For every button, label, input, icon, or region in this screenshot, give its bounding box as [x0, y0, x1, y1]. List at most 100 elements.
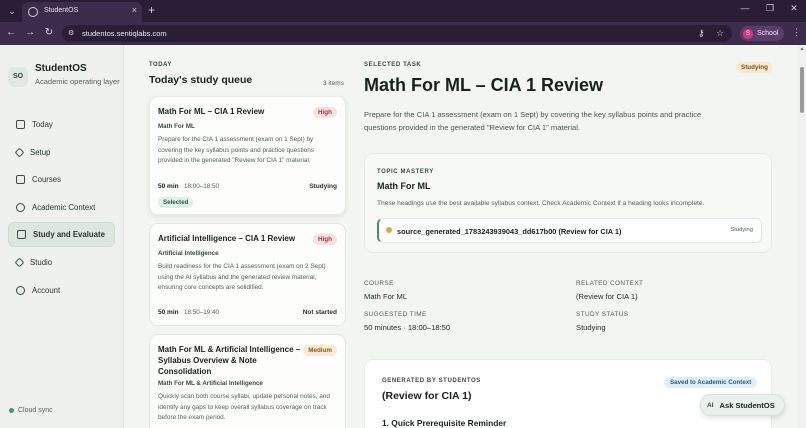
related-context-value: (Review for CIA 1) [576, 292, 638, 301]
generated-section-heading: 1. Quick Prerequisite Reminder [382, 418, 507, 428]
square-icon [16, 175, 25, 184]
sidebar-item-label: Account [32, 286, 61, 295]
browser-menu-icon[interactable]: ⋮ [792, 27, 801, 38]
study-status-label: STUDY STATUS [576, 311, 629, 318]
sidebar-item-label: Study and Evaluate [33, 230, 105, 239]
queue-card[interactable]: Math For ML & Artificial Intelligence – … [149, 334, 346, 428]
queue-card-title: Math For ML – CIA 1 Review [158, 107, 265, 116]
priority-badge: High [313, 234, 337, 245]
back-icon[interactable]: ← [4, 27, 18, 38]
mastery-eyebrow: TOPIC MASTERY [377, 169, 434, 175]
diamond-icon [14, 257, 25, 268]
sidebar-item-today[interactable]: Today [8, 112, 115, 137]
queue-card-description: Build readiness for the CIA 1 assessment… [158, 263, 326, 291]
topic-mastery-card: TOPIC MASTERY Math For ML These headings… [364, 153, 772, 253]
course-value: Math For ML [364, 292, 408, 301]
sidebar-item-label: Setup [30, 148, 51, 157]
close-tab-icon[interactable]: × [132, 5, 137, 15]
queue-count: 3 items [323, 80, 344, 87]
ask-label: Ask StudentOS [719, 400, 775, 410]
mastery-note: These headings use the best available sy… [377, 200, 705, 207]
ai-badge-icon: AI [707, 401, 714, 409]
queue-card-title: Math For ML & Artificial Intelligence – … [158, 345, 301, 376]
sidebar-item-setup[interactable]: Setup [8, 140, 115, 165]
url-text[interactable]: studentos.sentiqlabs.com [82, 29, 167, 38]
bookmark-star-icon[interactable]: ☆ [716, 28, 724, 39]
selected-badge: Selected [158, 197, 194, 208]
source-status: Studying [730, 227, 753, 233]
sidebar-item-account[interactable]: Account [8, 278, 115, 303]
scrollbar[interactable]: ▲ [798, 45, 806, 428]
reload-icon[interactable]: ↻ [42, 27, 56, 38]
queue-title: Today's study queue [149, 74, 253, 86]
sidebar-item-courses[interactable]: Courses [8, 167, 115, 192]
profile-chip[interactable]: S School [740, 26, 785, 41]
browser-tab-strip: ⌄ StudentOS × + — ❐ ✕ [0, 0, 806, 22]
close-window-icon[interactable]: ✕ [784, 3, 804, 14]
queue-card[interactable]: Math For ML – CIA 1 Review High Math For… [149, 96, 346, 215]
sidebar-item-study-and-evaluate[interactable]: Study and Evaluate [8, 222, 115, 247]
source-item[interactable]: source_generated_1783243939043_dd617b00 … [377, 218, 762, 243]
sidebar-item-academic-context[interactable]: Academic Context [8, 195, 115, 220]
password-key-icon[interactable]: ⚷ [698, 28, 705, 39]
brand-badge: SO [8, 67, 28, 87]
saved-badge: Saved to Academic Context [664, 377, 758, 388]
task-description: Prepare for the CIA 1 assessment (exam o… [364, 110, 702, 132]
brand-name: StudentOS [35, 63, 87, 74]
page-title: Math For ML – CIA 1 Review [364, 75, 604, 95]
queue-card-duration: 50 min [158, 183, 179, 190]
queue-card-title: Artificial Intelligence – CIA 1 Review [158, 234, 296, 243]
detail-eyebrow: SELECTED TASK [364, 62, 422, 68]
cloud-sync-label: Cloud sync [18, 407, 53, 414]
queue-card[interactable]: Artificial Intelligence – CIA 1 Review H… [149, 223, 346, 326]
related-context-label: RELATED CONTEXT [576, 280, 644, 287]
suggested-time-label: SUGGESTED TIME [364, 311, 427, 318]
tab-search-icon[interactable]: ⌄ [5, 4, 19, 18]
browser-tab[interactable]: StudentOS × [22, 2, 142, 22]
status-badge: Studying [736, 62, 773, 73]
queue-card-status: Not started [302, 309, 337, 316]
sidebar-item-label: Courses [32, 175, 62, 184]
minimize-icon[interactable]: — [735, 3, 755, 13]
forward-icon[interactable]: → [23, 27, 37, 38]
course-label: COURSE [364, 280, 394, 287]
tab-title: StudentOS [44, 7, 79, 14]
generated-eyebrow: GENERATED BY STUDENTOS [382, 378, 481, 384]
maximize-icon[interactable]: ❐ [760, 3, 780, 14]
diamond-icon [14, 147, 25, 158]
task-detail: SELECTED TASK Studying Math For ML – CIA… [352, 45, 798, 428]
cloud-sync-status: Cloud sync [9, 407, 53, 414]
address-bar: ← → ↻ ⚙ studentos.sentiqlabs.com ⚷ ☆ S S… [0, 22, 806, 45]
priority-badge: High [313, 107, 337, 118]
url-field[interactable]: ⚙ studentos.sentiqlabs.com ⚷ ☆ [62, 25, 732, 42]
sidebar-item-studio[interactable]: Studio [8, 250, 115, 275]
sidebar: SO StudentOS Academic operating layer To… [0, 45, 124, 428]
priority-badge: Medium [303, 345, 337, 356]
queue-card-time: 18:50–19:40 [184, 309, 220, 316]
circle-icon [16, 286, 25, 295]
study-queue: TODAY Today's study queue 3 items Math F… [124, 45, 352, 428]
profile-label: School [757, 30, 779, 37]
queue-card-course: Math For ML & Artificial Intelligence [158, 380, 263, 387]
queue-card-time: 18:00–18:50 [184, 183, 220, 190]
source-dot-icon [386, 227, 392, 233]
mastery-title: Math For ML [377, 181, 431, 191]
new-tab-icon[interactable]: + [148, 3, 155, 17]
sidebar-item-label: Studio [30, 258, 53, 267]
queue-card-course: Artificial Intelligence [158, 250, 219, 257]
square-icon [17, 230, 26, 239]
queue-card-description: Quickly scan both course syllabi, update… [158, 393, 330, 421]
queue-eyebrow: TODAY [149, 62, 172, 68]
sidebar-item-label: Today [32, 120, 53, 129]
queue-card-course: Math For ML [158, 123, 195, 130]
queue-card-duration: 50 min [158, 309, 179, 316]
favicon-icon [28, 7, 38, 17]
scroll-up-icon[interactable]: ▲ [798, 46, 806, 52]
study-status-value: Studying [576, 323, 606, 332]
profile-avatar: S [743, 28, 753, 39]
source-label: source_generated_1783243939043_dd617b00 … [397, 227, 622, 236]
scroll-thumb[interactable] [800, 67, 804, 113]
ask-studentos-button[interactable]: AI Ask StudentOS [700, 394, 785, 416]
site-info-icon[interactable]: ⚙ [68, 29, 74, 37]
sidebar-item-label: Academic Context [32, 203, 96, 212]
